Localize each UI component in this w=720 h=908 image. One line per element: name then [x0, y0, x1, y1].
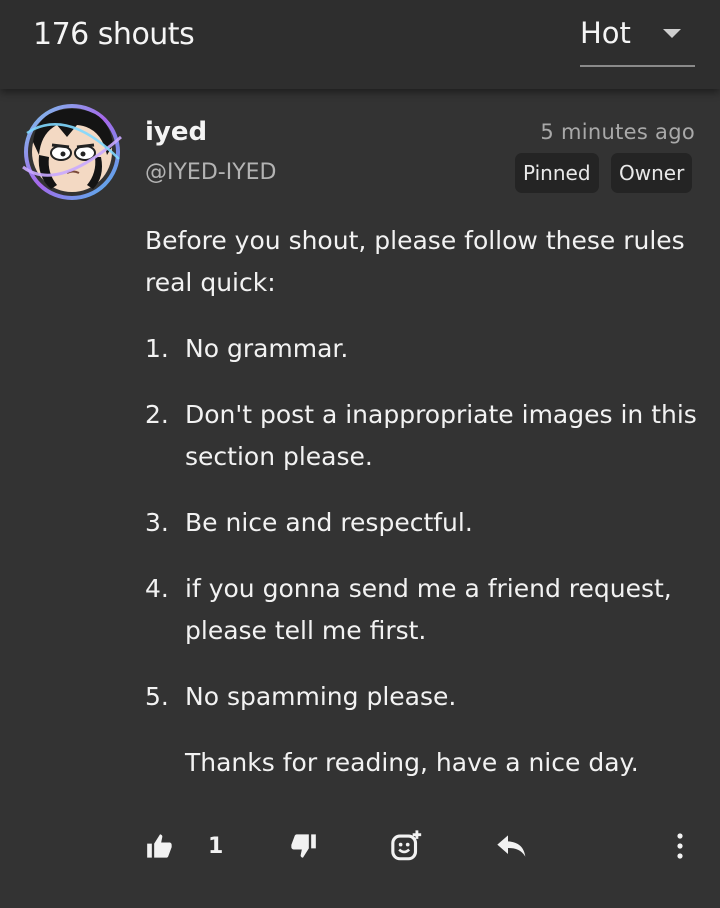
post-body: Before you shout, please follow these ru… [145, 220, 700, 784]
rule-item: 1. No grammar. [145, 328, 700, 370]
rule-item: 4. if you gonna send me a friend request… [145, 568, 700, 652]
rule-number: 5. [145, 682, 169, 711]
rule-number: 3. [145, 508, 169, 537]
more-vertical-icon [677, 833, 683, 859]
post-intro: Before you shout, please follow these ru… [145, 226, 685, 297]
rule-number: 1. [145, 334, 169, 363]
shout-count: 176 shouts [33, 17, 195, 52]
post-actions: 1 [0, 820, 720, 872]
author-name[interactable]: iyed [145, 117, 207, 147]
chevron-down-icon [663, 29, 681, 38]
thumbs-up-icon [147, 834, 172, 858]
author-avatar[interactable] [17, 97, 127, 207]
post-outro: Thanks for reading, have a nice day. [185, 748, 639, 777]
dislike-button[interactable] [289, 820, 317, 872]
rule-text: No grammar. [185, 334, 349, 363]
reply-icon [497, 835, 526, 857]
rule-item: 2. Don't post a inappropriate images in … [145, 394, 700, 478]
add-reaction-button[interactable] [390, 820, 424, 872]
post-timestamp: 5 minutes ago [540, 120, 695, 144]
owner-badge: Owner [611, 153, 693, 193]
like-button[interactable] [146, 820, 174, 872]
author-handle[interactable]: @IYED-IYED [145, 160, 276, 185]
rule-text: Don't post a inappropriate images in thi… [185, 400, 697, 471]
rule-text: Be nice and respectful. [185, 508, 473, 537]
reply-button[interactable] [496, 820, 528, 872]
avatar-image [22, 104, 122, 200]
shouts-header: 176 shouts Hot [0, 0, 720, 89]
rule-number: 2. [145, 400, 169, 429]
like-count: 1 [208, 833, 224, 859]
rule-item: 3. Be nice and respectful. [145, 502, 700, 544]
rule-item: 5. No spamming please. [145, 676, 700, 718]
like-count-wrap: 1 [208, 820, 223, 872]
more-options-button[interactable] [668, 820, 692, 872]
thumbs-down-icon [291, 834, 316, 858]
pinned-badge: Pinned [515, 153, 599, 193]
rule-text: if you gonna send me a friend request, p… [185, 574, 672, 645]
sort-dropdown[interactable]: Hot [580, 10, 695, 67]
rule-number: 4. [145, 574, 169, 603]
rule-text: No spamming please. [185, 682, 457, 711]
add-reaction-icon [391, 830, 422, 861]
sort-label: Hot [580, 16, 631, 50]
